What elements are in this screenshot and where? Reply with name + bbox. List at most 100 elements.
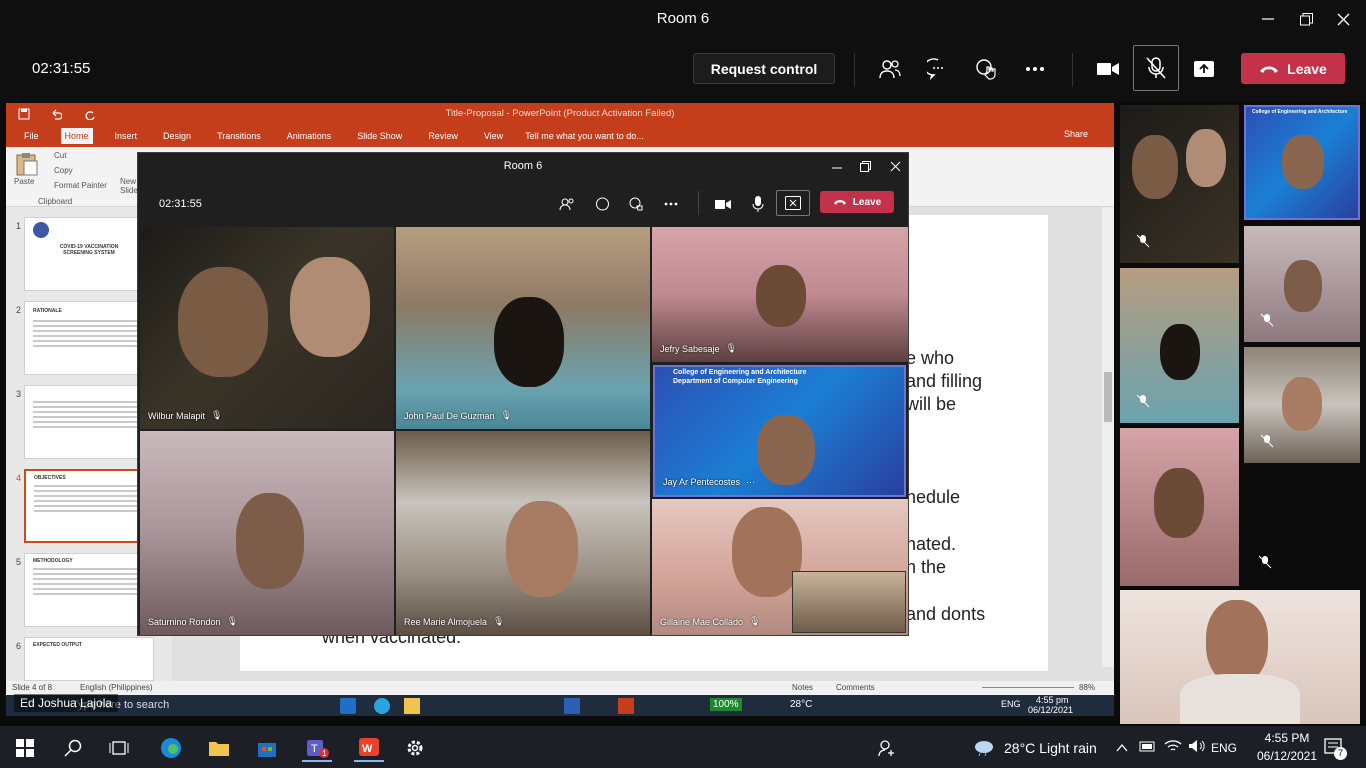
weather-text[interactable]: 28°C Light rain xyxy=(1004,740,1097,756)
folder-icon[interactable] xyxy=(404,698,420,714)
notes-toggle[interactable]: Notes xyxy=(792,683,813,692)
paste-label[interactable]: Paste xyxy=(14,177,34,186)
ppt-window-title: Title-Proposal - PowerPoint (Product Act… xyxy=(445,108,675,119)
mute-button[interactable] xyxy=(1133,45,1179,91)
gear-icon xyxy=(407,740,423,756)
format-painter-label[interactable]: Format Painter xyxy=(54,181,107,190)
file-explorer-taskbar-app[interactable] xyxy=(204,734,234,762)
request-control-button[interactable]: Request control xyxy=(693,53,835,84)
gallery-tile[interactable] xyxy=(1120,105,1239,263)
mic-button[interactable] xyxy=(747,193,769,215)
teams-taskbar-app[interactable]: T1 xyxy=(302,734,332,762)
people-taskbar-button[interactable] xyxy=(872,734,902,762)
reactions-button[interactable] xyxy=(968,51,1004,87)
slide-thumbnail[interactable]: EXPECTED OUTPUT xyxy=(24,637,154,681)
leave-button[interactable]: Leave xyxy=(820,191,894,213)
slide-thumbnail[interactable]: COVID-19 VACCINATION SCREENING SYSTEM xyxy=(24,217,154,291)
tab-view[interactable]: View xyxy=(480,128,507,144)
store-taskbar-app[interactable] xyxy=(252,734,282,762)
volume-icon[interactable] xyxy=(1188,739,1206,758)
more-icon[interactable]: ··· xyxy=(746,477,755,487)
lang-text: ENG xyxy=(1001,699,1021,709)
task-view-button[interactable] xyxy=(104,734,134,762)
video-tile-jefry-sabesaje[interactable]: Jefry Sabesaje 🎙 xyxy=(652,227,908,362)
clock-time[interactable]: 4:55 PM xyxy=(1255,731,1319,745)
zoom-slider[interactable] xyxy=(982,687,1074,688)
toolbar-divider xyxy=(854,53,855,87)
gallery-tile-presenter[interactable]: College of Engineering and Architecture xyxy=(1244,105,1360,220)
tab-slide-show[interactable]: Slide Show xyxy=(353,128,406,144)
tab-insert[interactable]: Insert xyxy=(111,128,142,144)
slide-scrollbar[interactable] xyxy=(1102,207,1114,667)
start-button[interactable] xyxy=(10,734,40,762)
slide-thumbnail[interactable]: RATIONALE xyxy=(24,301,154,375)
share-screen-button[interactable] xyxy=(1186,51,1222,87)
tab-transitions[interactable]: Transitions xyxy=(213,128,265,144)
slide-thumbnail[interactable]: METHODOLOGY xyxy=(24,553,154,627)
zoom-level[interactable]: 88% xyxy=(1079,683,1095,692)
participants-button[interactable] xyxy=(556,193,578,215)
chat-button[interactable] xyxy=(591,193,613,215)
thumb-heading: OBJECTIVES xyxy=(34,475,66,481)
app-icon[interactable] xyxy=(340,698,356,714)
search-button[interactable] xyxy=(58,734,88,762)
camera-button[interactable] xyxy=(1090,51,1126,87)
clock-date[interactable]: 06/12/2021 xyxy=(1250,749,1324,763)
close-button[interactable] xyxy=(1320,6,1366,32)
search-icon xyxy=(64,739,82,757)
chat-button[interactable] xyxy=(920,51,956,87)
leave-label: Leave xyxy=(1287,60,1327,77)
more-options-button[interactable] xyxy=(660,193,682,215)
copy-label[interactable]: Copy xyxy=(54,166,73,175)
video-tile-wilbur-malapit[interactable]: Wilbur Malapit 🎙 xyxy=(140,227,394,429)
camera-button[interactable] xyxy=(712,193,734,215)
weather-icon[interactable] xyxy=(974,738,994,757)
video-tile-john-paul-de-guzman[interactable]: John Paul De Guzman 🎙 xyxy=(396,227,650,429)
video-tile-gillaine-mae-collado[interactable]: Gillaine Mae Collado 🎙 xyxy=(652,499,908,635)
powerpoint-icon[interactable] xyxy=(618,698,634,714)
settings-taskbar-app[interactable] xyxy=(400,734,430,762)
notification-count: 7 xyxy=(1334,747,1347,760)
gallery-tile[interactable] xyxy=(1244,226,1360,342)
edge-taskbar-app[interactable] xyxy=(156,734,186,762)
reactions-button[interactable] xyxy=(625,193,647,215)
gallery-tile[interactable] xyxy=(1120,590,1360,724)
comments-toggle[interactable]: Comments xyxy=(836,683,875,692)
gallery-tile[interactable] xyxy=(1120,428,1239,586)
wifi-icon[interactable] xyxy=(1164,739,1182,758)
edge-icon[interactable] xyxy=(374,698,390,714)
wps-taskbar-app[interactable]: W xyxy=(354,734,384,762)
video-tile-ree-marie-almojuela[interactable]: Ree Marie Almojuela 🎙 xyxy=(396,431,650,635)
tab-file[interactable]: File xyxy=(20,128,43,144)
gallery-tile[interactable] xyxy=(1244,347,1360,463)
video-tile-saturnino-rondon[interactable]: Saturnino Rondon 🎙 xyxy=(140,431,394,635)
gallery-tile-camera-off[interactable] xyxy=(1244,466,1360,586)
chevron-up-icon[interactable] xyxy=(1116,740,1128,758)
word-icon[interactable] xyxy=(564,698,580,714)
self-preview[interactable] xyxy=(792,571,906,633)
tab-review[interactable]: Review xyxy=(424,128,462,144)
store-icon xyxy=(258,743,276,757)
language-indicator[interactable]: English (Philippines) xyxy=(80,683,152,692)
cut-label[interactable]: Cut xyxy=(54,151,66,160)
stop-sharing-button[interactable] xyxy=(776,190,810,216)
tab-home[interactable]: Home xyxy=(60,128,93,144)
teams-icon: T1 xyxy=(307,740,329,758)
language-indicator[interactable]: ENG xyxy=(1211,741,1237,755)
slide-thumbnail[interactable] xyxy=(24,385,154,459)
mic-off-icon xyxy=(1260,434,1274,453)
slide-thumbnail-selected[interactable]: OBJECTIVES xyxy=(24,469,154,543)
popout-meeting-window[interactable]: Room 6 02:31:55 Leave Wilbur Malapit 🎙 Jo… xyxy=(137,152,909,636)
tell-me-search[interactable]: Tell me what you want to do... xyxy=(525,131,644,141)
notifications-button[interactable]: 7 xyxy=(1324,738,1347,763)
video-tile-jay-ar-pentecostes[interactable]: College of Engineering and Architecture … xyxy=(653,365,906,497)
more-options-button[interactable] xyxy=(1017,51,1053,87)
ppt-share-button[interactable]: Share xyxy=(1064,129,1088,139)
network-icon[interactable] xyxy=(1139,739,1155,758)
tab-design[interactable]: Design xyxy=(159,128,195,144)
leave-button[interactable]: Leave xyxy=(1241,53,1345,84)
gallery-tile[interactable] xyxy=(1120,268,1239,423)
folder-icon xyxy=(209,742,229,756)
tab-animations[interactable]: Animations xyxy=(283,128,336,144)
participants-button[interactable] xyxy=(872,51,908,87)
